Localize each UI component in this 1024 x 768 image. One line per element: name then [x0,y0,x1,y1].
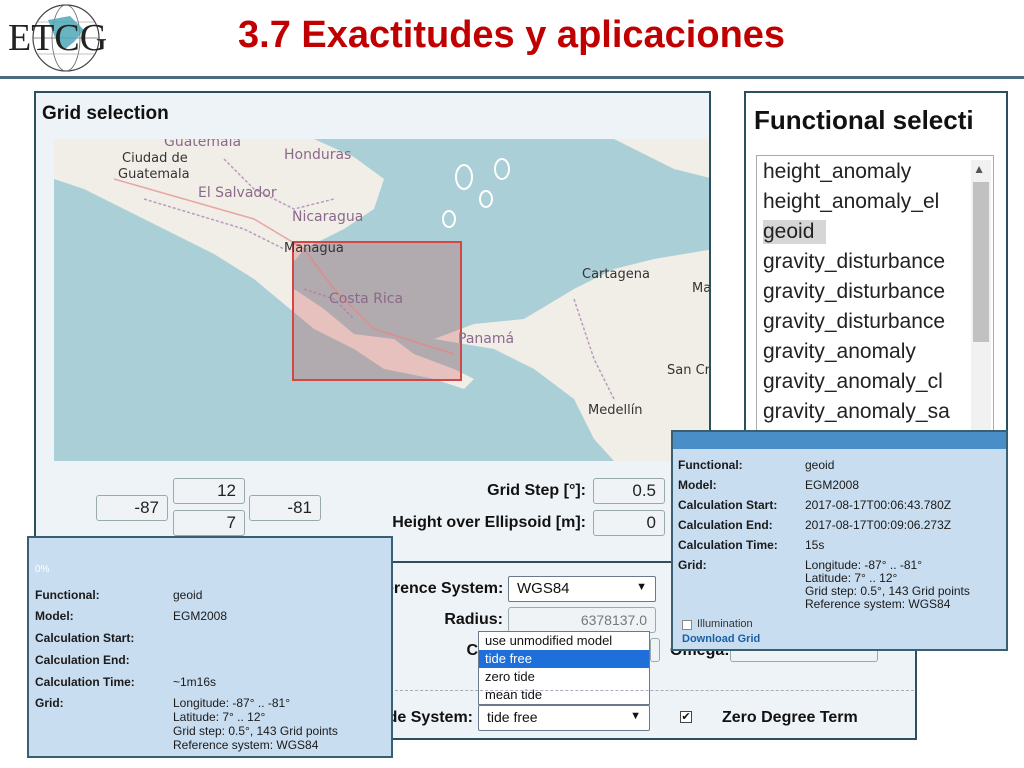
map-label-nicaragua: Nicaragua [292,209,364,225]
tide-system-label: de System: [387,709,473,726]
result-key: Model: [35,609,74,623]
grid-selection-title: Grid selection [42,103,169,124]
functional-item-selected[interactable]: geoid [763,220,827,244]
grid-step-label: Grid Step [°]: [487,482,586,499]
reference-system-select[interactable]: WGS84 ▼ [508,576,656,602]
result-key: Functional: [678,458,743,472]
functional-selection-title: Functional selecti [754,105,974,135]
reference-system-label: erence System: [385,580,504,597]
download-grid-link[interactable]: Download Grid [682,633,760,645]
grid-line: Longitude: -87° .. -81° [173,696,291,710]
map-label-ma: Ma [692,281,711,296]
illumination-label: Illumination [697,618,753,630]
result-panel-progress: 0% Functional: geoid Model: EGM2008 Calc… [27,536,393,758]
map-label-guatemala-top: Guatemala [164,139,242,150]
result-value: EGM2008 [173,609,228,623]
result-value: geoid [173,588,203,602]
chevron-down-icon: ▼ [630,710,641,722]
grid-line: Grid step: 0.5°, 143 Grid points [805,584,970,598]
progress-percent: 0% [35,564,50,575]
functional-selection-panel: Functional selecti height_anomaly height… [744,91,1008,441]
illumination-checkbox[interactable] [682,620,692,630]
result-key: Calculation Start: [678,498,778,512]
reference-system-value: WGS84 [517,580,570,597]
grid-line: Latitude: 7° .. 12° [173,710,266,724]
map-label-honduras: Honduras [284,147,352,163]
tide-system-dropdown[interactable]: use unmodified model tide free zero tide… [478,631,650,705]
tide-option[interactable]: use unmodified model [479,632,649,650]
map-label-cartagena: Cartagena [582,267,650,282]
grid-line: Latitude: 7° .. 12° [805,571,898,585]
south-latitude-input[interactable]: 7 [173,510,245,536]
result-value: ~1m16s [173,675,217,689]
result-key: Calculation Start: [35,631,135,645]
result-value: 2017-08-17T00:06:43.780Z [805,498,952,512]
radius-input[interactable]: 6378137.0 [508,607,656,633]
c-label: C [466,642,478,659]
svg-text:ETCG: ETCG [8,17,107,59]
functional-item[interactable]: gravity_anomaly_sa [763,400,950,424]
tide-system-select[interactable]: tide free ▼ [478,705,650,731]
functional-item[interactable]: gravity_disturbance [763,310,945,334]
result-key: Model: [678,478,717,492]
c-input[interactable] [650,638,660,662]
result-value: EGM2008 [805,478,860,492]
height-over-ellipsoid-input[interactable]: 0 [593,510,665,536]
functional-item[interactable]: height_anomaly_el [763,190,939,214]
tide-option[interactable]: mean tide [479,686,649,704]
map-label-guatemala: Guatemala [118,167,190,182]
map-label-medellin: Medellín [588,403,643,418]
result-key: Calculation Time: [35,675,135,689]
functional-item[interactable]: gravity_disturbance [763,250,945,274]
result-key: Calculation End: [35,653,130,667]
result-panel-complete: Functional: geoid Model: EGM2008 Calcula… [671,430,1008,651]
map-label-costa-rica: Costa Rica [329,291,404,307]
result-key: Grid: [678,558,707,572]
grid-selection-panel: Grid selection Guatemala Ciudad de Guate… [34,91,711,563]
west-longitude-input[interactable]: -87 [96,495,168,521]
section-divider [390,690,914,691]
height-over-ellipsoid-label: Height over Ellipsoid [m]: [392,514,586,531]
grid-step-input[interactable]: 0.5 [593,478,665,504]
grid-line: Reference system: WGS84 [805,597,951,611]
functional-item[interactable]: height_anomaly [763,160,911,184]
chevron-down-icon: ▼ [636,581,647,593]
functional-item[interactable]: gravity_anomaly [763,340,916,364]
grid-selection-rectangle[interactable] [292,241,462,381]
north-latitude-input[interactable]: 12 [173,478,245,504]
map-label-managua: Managua [284,241,344,256]
slide-title: 3.7 Exactitudes y aplicaciones [238,14,786,56]
scroll-up-arrow-icon[interactable]: ▲ [973,162,985,176]
result-key: Calculation Time: [678,538,778,552]
map-label-panama: Panamá [458,331,515,347]
east-longitude-input[interactable]: -81 [249,495,321,521]
result-key: Functional: [35,588,100,602]
scrollbar-thumb[interactable] [973,182,989,342]
functional-list[interactable]: height_anomaly height_anomaly_el geoid g… [756,155,994,439]
map-view[interactable]: Guatemala Ciudad de Guatemala Honduras E… [54,139,711,461]
functional-item[interactable]: gravity_disturbance [763,280,945,304]
zero-degree-label: Zero Degree Term [722,709,858,726]
grid-line: Longitude: -87° .. -81° [805,558,923,572]
zero-degree-checkbox[interactable]: ✔ [680,711,692,723]
grid-line: Grid step: 0.5°, 143 Grid points [173,724,338,738]
functional-item[interactable]: gravity_anomaly_cl [763,370,943,394]
result-value: 2017-08-17T00:09:06.273Z [805,518,952,532]
result-value: geoid [805,458,835,472]
radius-label: Radius: [444,611,503,628]
grid-line: Reference system: WGS84 [173,738,319,752]
tide-option-selected[interactable]: tide free [479,650,649,668]
tide-system-value: tide free [487,709,538,725]
result-key: Grid: [35,696,64,710]
progress-bar-complete [673,432,1006,449]
map-label-ciudad-de: Ciudad de [122,151,188,166]
result-key: Calculation End: [678,518,773,532]
etcg-logo: ETCG [4,2,128,74]
result-value: 15s [805,538,825,552]
tide-option[interactable]: zero tide [479,668,649,686]
map-label-el-salvador: El Salvador [198,185,277,201]
map-label-san-cr: San Cr [667,363,711,378]
header-divider [0,76,1024,79]
